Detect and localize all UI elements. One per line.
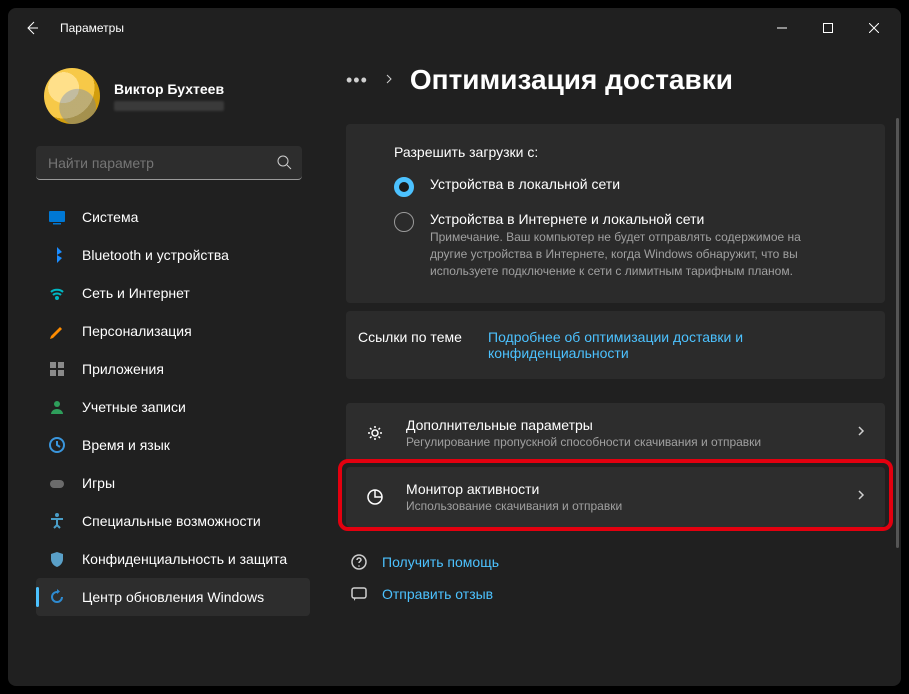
back-button[interactable]	[12, 8, 52, 48]
minimize-button[interactable]	[759, 8, 805, 48]
chart-icon	[364, 486, 386, 508]
gear-icon	[364, 422, 386, 444]
minimize-icon	[777, 23, 787, 33]
feedback-icon	[350, 585, 368, 603]
nav-item-label: Специальные возможности	[82, 513, 261, 529]
nav-item-label: Приложения	[82, 361, 164, 377]
chevron-right-icon	[855, 424, 867, 442]
app-title: Параметры	[60, 21, 124, 35]
search-icon	[276, 154, 292, 175]
nav-item-label: Система	[82, 209, 138, 225]
nav-item-wifi[interactable]: Сеть и Интернет	[36, 274, 310, 312]
nav-item-paint[interactable]: Персонализация	[36, 312, 310, 350]
nav-item-clock[interactable]: Время и язык	[36, 426, 310, 464]
update-icon	[48, 588, 66, 606]
titlebar: Параметры	[8, 8, 901, 48]
radio-option[interactable]: Устройства в Интернете и локальной сети П…	[394, 211, 837, 279]
nav-item-accessibility[interactable]: Специальные возможности	[36, 502, 310, 540]
related-links-label: Ссылки по теме	[358, 329, 468, 361]
nav-item-user[interactable]: Учетные записи	[36, 388, 310, 426]
radio-button[interactable]	[394, 212, 414, 232]
card-title: Монитор активности	[406, 481, 835, 497]
profile-name: Виктор Бухтеев	[114, 81, 224, 97]
card-subtitle: Использование скачивания и отправки	[406, 499, 835, 513]
radio-label: Устройства в локальной сети	[430, 176, 620, 192]
scrollbar[interactable]	[896, 118, 899, 548]
radio-option[interactable]: Устройства в локальной сети	[394, 176, 837, 197]
nav-item-label: Центр обновления Windows	[82, 589, 264, 605]
search-box[interactable]	[36, 146, 302, 180]
search-input[interactable]	[36, 146, 302, 180]
maximize-icon	[823, 23, 833, 33]
close-button[interactable]	[851, 8, 897, 48]
nav-item-apps[interactable]: Приложения	[36, 350, 310, 388]
wifi-icon	[48, 284, 66, 302]
chevron-right-icon	[855, 488, 867, 506]
advanced-options-card[interactable]: Дополнительные параметры Регулирование пр…	[346, 403, 885, 463]
nav-item-label: Персонализация	[82, 323, 192, 339]
nav-item-label: Учетные записи	[82, 399, 186, 415]
foot-link-label: Отправить отзыв	[382, 586, 493, 602]
activity-monitor-card[interactable]: Монитор активности Использование скачиван…	[346, 467, 885, 527]
feedback-link[interactable]: Отправить отзыв	[350, 585, 885, 603]
breadcrumb: ••• Оптимизация доставки	[346, 56, 885, 104]
profile-block[interactable]: Виктор Бухтеев	[36, 56, 310, 140]
nav-list: Система Bluetooth и устройства Сеть и Инте…	[36, 192, 310, 616]
allow-downloads-panel: Разрешить загрузки с: Устройства в локал…	[346, 124, 885, 303]
nav-item-label: Время и язык	[82, 437, 170, 453]
panel-label: Разрешить загрузки с:	[394, 144, 837, 160]
nav-item-label: Конфиденциальность и защита	[82, 551, 287, 567]
profile-email-redacted	[114, 101, 224, 111]
clock-icon	[48, 436, 66, 454]
nav-item-label: Игры	[82, 475, 115, 491]
window-controls	[759, 8, 897, 48]
main-content: ••• Оптимизация доставки Разрешить загру…	[318, 48, 901, 686]
bluetooth-icon	[48, 246, 66, 264]
radio-button[interactable]	[394, 177, 414, 197]
nav-item-label: Сеть и Интернет	[82, 285, 190, 301]
nav-item-label: Bluetooth и устройства	[82, 247, 229, 263]
close-icon	[869, 23, 879, 33]
settings-window: Параметры Виктор Бухтеев Система Bluetoot…	[8, 8, 901, 686]
chevron-right-icon	[384, 71, 394, 89]
nav-item-system[interactable]: Система	[36, 198, 310, 236]
radio-note: Примечание. Ваш компьютер не будет отпра…	[430, 229, 837, 279]
nav-item-bluetooth[interactable]: Bluetooth и устройства	[36, 236, 310, 274]
related-links-row: Ссылки по теме Подробнее об оптимизации …	[346, 311, 885, 379]
avatar	[44, 68, 100, 124]
related-link[interactable]: Подробнее об оптимизации доставки и конф…	[488, 329, 788, 361]
arrow-left-icon	[24, 20, 40, 36]
gamepad-icon	[48, 474, 66, 492]
nav-item-shield[interactable]: Конфиденциальность и защита	[36, 540, 310, 578]
footer-links: Получить помощь Отправить отзыв	[346, 553, 885, 603]
page-title: Оптимизация доставки	[410, 64, 733, 96]
accessibility-icon	[48, 512, 66, 530]
shield-icon	[48, 550, 66, 568]
maximize-button[interactable]	[805, 8, 851, 48]
apps-icon	[48, 360, 66, 378]
nav-item-gamepad[interactable]: Игры	[36, 464, 310, 502]
system-icon	[48, 208, 66, 226]
card-title: Дополнительные параметры	[406, 417, 835, 433]
nav-item-update[interactable]: Центр обновления Windows	[36, 578, 310, 616]
sidebar: Виктор Бухтеев Система Bluetooth и устрой…	[8, 48, 318, 686]
user-icon	[48, 398, 66, 416]
card-subtitle: Регулирование пропускной способности ска…	[406, 435, 835, 449]
radio-label: Устройства в Интернете и локальной сети	[430, 211, 837, 227]
paint-icon	[48, 322, 66, 340]
help-link[interactable]: Получить помощь	[350, 553, 885, 571]
help-icon	[350, 553, 368, 571]
breadcrumb-more-button[interactable]: •••	[346, 70, 368, 91]
foot-link-label: Получить помощь	[382, 554, 499, 570]
